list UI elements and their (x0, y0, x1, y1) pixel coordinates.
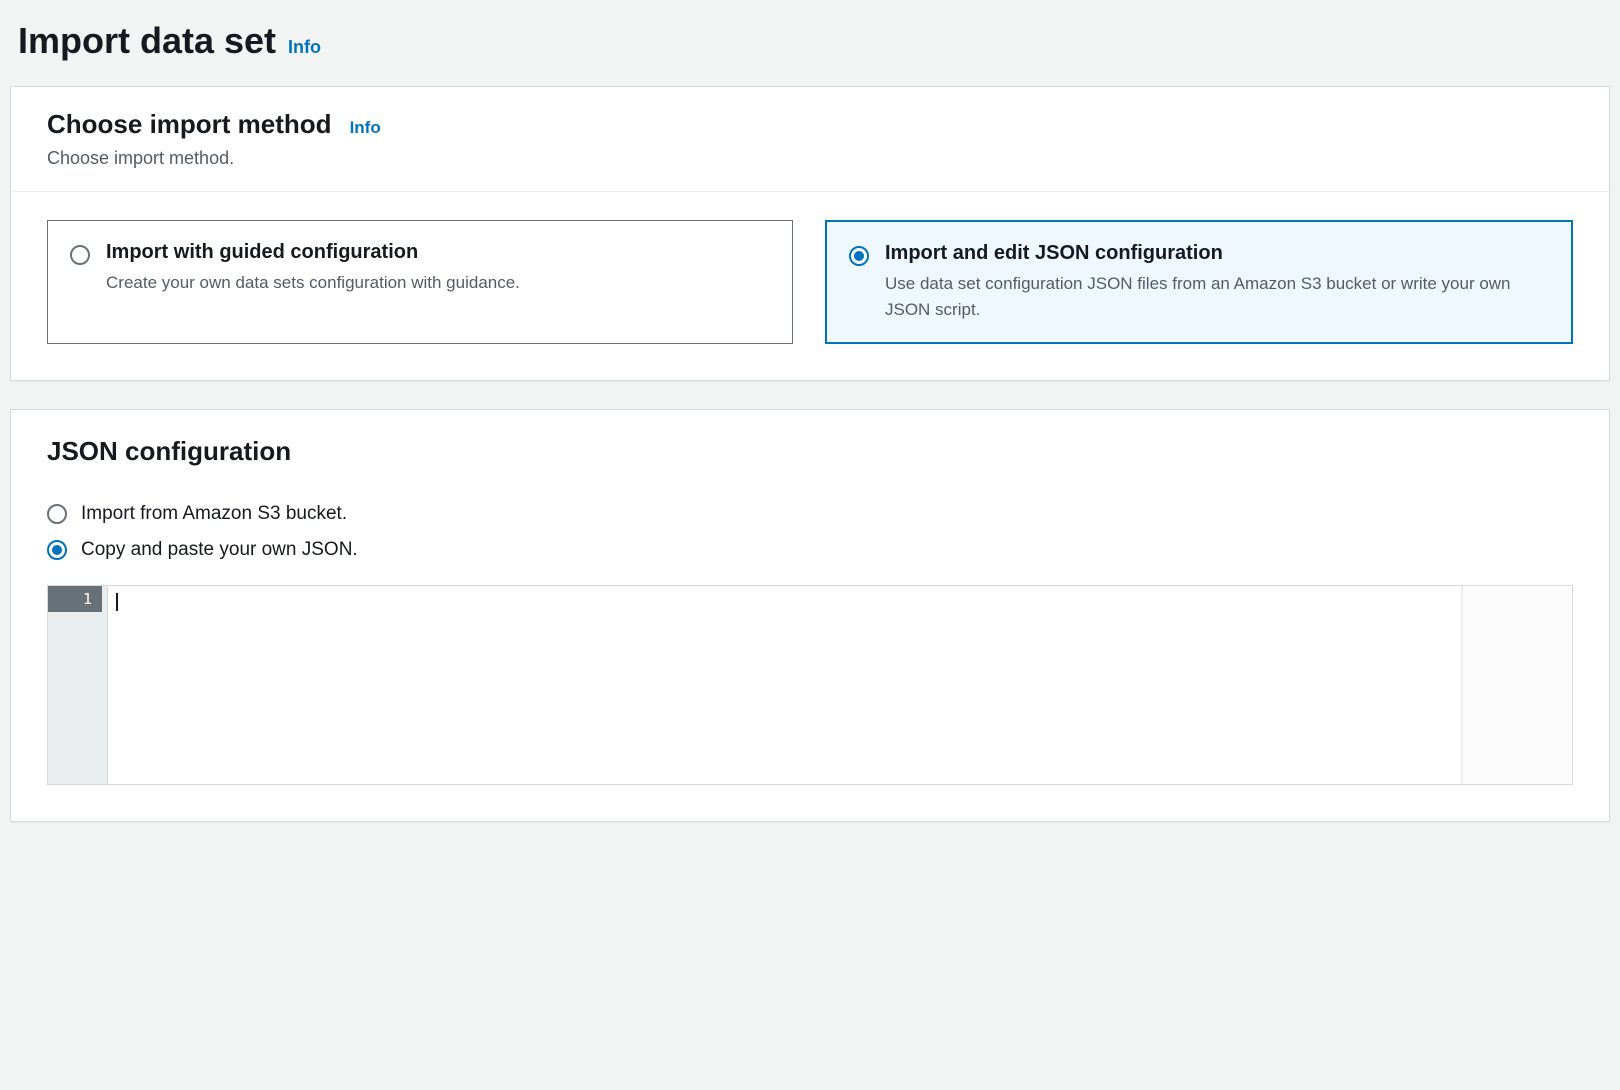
json-source-radio-group: Import from Amazon S3 bucket. Copy and p… (47, 503, 1573, 561)
choose-method-title: Choose import method (47, 109, 332, 140)
page-info-link[interactable]: Info (288, 37, 321, 58)
radio-icon (47, 540, 67, 560)
radio-label: Import from Amazon S3 bucket. (81, 503, 347, 525)
line-number: 1 (48, 586, 102, 612)
editor-area[interactable] (108, 586, 1572, 784)
choose-method-body: Import with guided configuration Create … (11, 192, 1609, 380)
tile-title: Import with guided configuration (106, 241, 770, 264)
json-editor[interactable]: 1 (47, 585, 1573, 785)
radio-icon (849, 246, 869, 266)
method-tile-guided[interactable]: Import with guided configuration Create … (47, 220, 793, 344)
editor-textarea[interactable] (108, 586, 1462, 784)
method-tile-json[interactable]: Import and edit JSON configuration Use d… (825, 220, 1573, 344)
method-tile-row: Import with guided configuration Create … (47, 220, 1573, 344)
radio-icon (70, 245, 90, 265)
json-config-body: Import from Amazon S3 bucket. Copy and p… (11, 485, 1609, 821)
radio-option-paste[interactable]: Copy and paste your own JSON. (47, 539, 1573, 561)
choose-method-header: Choose import method Info Choose import … (11, 87, 1609, 192)
choose-method-panel: Choose import method Info Choose import … (10, 86, 1610, 381)
editor-minimap[interactable] (1462, 586, 1572, 784)
radio-icon (47, 504, 67, 524)
choose-method-subtitle: Choose import method. (47, 148, 1573, 169)
json-config-header: JSON configuration (11, 410, 1609, 485)
radio-label: Copy and paste your own JSON. (81, 539, 358, 561)
editor-gutter: 1 (48, 586, 108, 784)
tile-description: Create your own data sets configuration … (106, 270, 770, 296)
tile-title: Import and edit JSON configuration (885, 242, 1549, 265)
page-header: Import data set Info (10, 20, 1610, 62)
json-config-panel: JSON configuration Import from Amazon S3… (10, 409, 1610, 822)
json-config-title: JSON configuration (47, 436, 1573, 467)
tile-description: Use data set configuration JSON files fr… (885, 271, 1549, 322)
text-cursor-icon (116, 593, 118, 611)
radio-option-s3[interactable]: Import from Amazon S3 bucket. (47, 503, 1573, 525)
page-title: Import data set (18, 20, 276, 62)
choose-method-info-link[interactable]: Info (350, 118, 381, 138)
